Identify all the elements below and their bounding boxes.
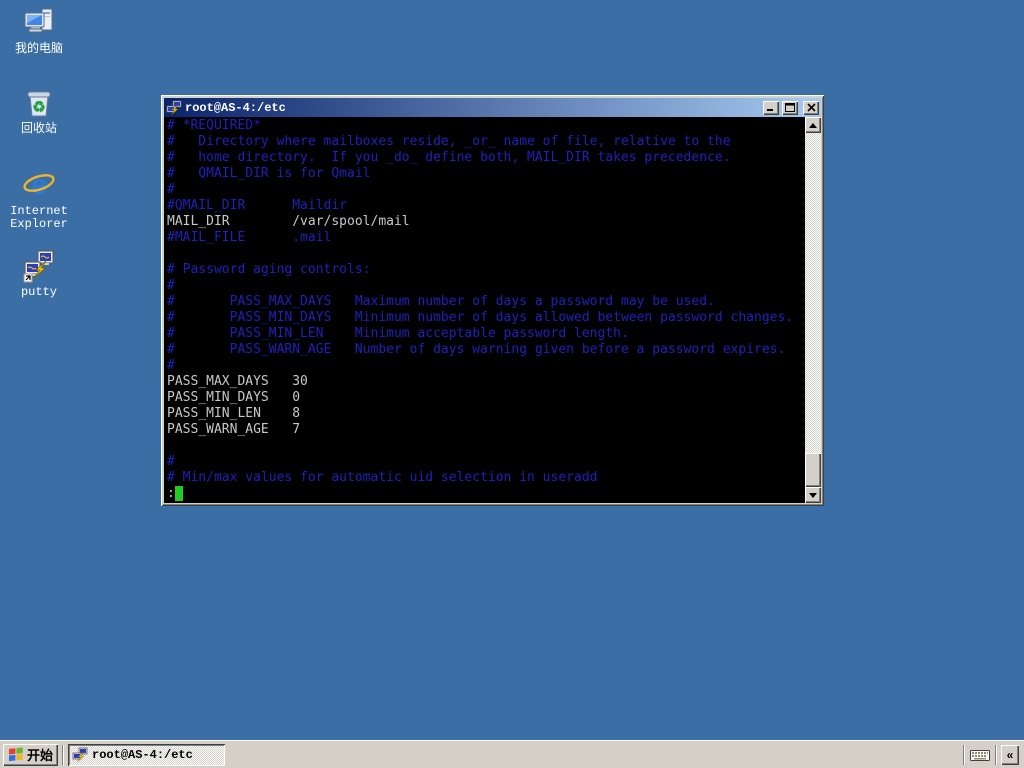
start-button[interactable]: 开始 bbox=[3, 743, 59, 766]
terminal-line: PASS_MIN_LEN 8 bbox=[167, 406, 301, 421]
scrollbar-thumb[interactable] bbox=[805, 453, 821, 487]
close-icon bbox=[806, 103, 816, 112]
terminal-line: # Min/max values for automatic uid selec… bbox=[167, 470, 598, 485]
desktop-icon-internet-explorer[interactable]: e Internet Explorer bbox=[7, 168, 71, 231]
scrollbar-track[interactable] bbox=[805, 133, 821, 487]
terminal-scrollbar[interactable] bbox=[805, 117, 821, 503]
terminal-line: # PASS_MIN_DAYS Minimum number of days a… bbox=[167, 310, 794, 325]
desktop-icon-label: Internet Explorer bbox=[10, 204, 68, 231]
svg-text:e: e bbox=[31, 169, 47, 200]
taskbar-task-putty[interactable]: root@AS-4:/etc bbox=[68, 743, 225, 766]
arrow-up-icon bbox=[809, 122, 817, 128]
terminal-line: # Password aging controls: bbox=[167, 262, 371, 277]
tray-expand-label: « bbox=[1006, 747, 1014, 762]
window-title: root@AS-4:/etc bbox=[185, 100, 286, 115]
tray-divider bbox=[963, 744, 965, 765]
terminal-line: # *REQUIRED* bbox=[167, 118, 261, 133]
maximize-button[interactable] bbox=[782, 100, 798, 115]
terminal-line: # QMAIL_DIR is for Qmail bbox=[167, 166, 371, 181]
terminal-line: PASS_MIN_DAYS 0 bbox=[167, 390, 301, 405]
window-titlebar[interactable]: root@AS-4:/etc bbox=[164, 98, 821, 117]
tray-divider bbox=[995, 744, 997, 765]
minimize-button[interactable] bbox=[763, 100, 779, 115]
terminal-line: MAIL_DIR /var/spool/mail bbox=[167, 214, 410, 229]
desktop-icon-label: 我的电脑 bbox=[14, 42, 63, 56]
putty-window: root@AS-4:/etc # *REQUIRED* # Directory w… bbox=[161, 95, 824, 506]
svg-text:♻: ♻ bbox=[32, 99, 45, 116]
taskbar-divider bbox=[62, 744, 65, 765]
desktop-icon-putty[interactable]: putty bbox=[7, 249, 71, 299]
desktop-icon-recycle-bin[interactable]: ♻ 回收站 bbox=[7, 86, 71, 136]
internet-explorer-icon: e bbox=[7, 168, 71, 202]
desktop-icon-label: 回收站 bbox=[20, 122, 57, 136]
close-button[interactable] bbox=[803, 100, 819, 115]
terminal-line: # Directory where mailboxes reside, _or_… bbox=[167, 134, 731, 149]
minimize-icon bbox=[767, 109, 773, 111]
terminal-line: # bbox=[167, 358, 175, 373]
terminal-line: PASS_WARN_AGE 7 bbox=[167, 422, 301, 437]
tray-expand-button[interactable]: « bbox=[1001, 744, 1019, 765]
terminal-line: # home directory. If you _do_ define bot… bbox=[167, 150, 731, 165]
recycle-bin-icon: ♻ bbox=[7, 86, 71, 120]
scroll-up-button[interactable] bbox=[805, 117, 821, 133]
input-method-keyboard-icon[interactable] bbox=[969, 747, 991, 763]
task-button-label: root@AS-4:/etc bbox=[92, 747, 193, 762]
terminal-line: # PASS_MAX_DAYS Maximum number of days a… bbox=[167, 294, 715, 309]
start-button-label: 开始 bbox=[27, 748, 54, 763]
putty-task-icon bbox=[72, 747, 88, 762]
terminal-line: PASS_MAX_DAYS 30 bbox=[167, 374, 308, 389]
terminal-line: # bbox=[167, 278, 175, 293]
my-computer-icon bbox=[7, 6, 71, 40]
windows-logo-icon bbox=[9, 747, 23, 762]
putty-window-icon bbox=[166, 100, 182, 115]
scroll-down-button[interactable] bbox=[805, 487, 821, 503]
desktop-icon-label: putty bbox=[20, 285, 57, 299]
maximize-icon bbox=[785, 103, 795, 112]
terminal-line: # PASS_MIN_LEN Minimum acceptable passwo… bbox=[167, 326, 629, 341]
arrow-down-icon bbox=[809, 492, 817, 498]
system-tray: « bbox=[963, 741, 1021, 768]
terminal-line: : bbox=[167, 486, 805, 502]
terminal-cursor bbox=[174, 486, 183, 501]
taskbar: 开始 root@AS-4:/etc « bbox=[0, 740, 1024, 768]
terminal-screen[interactable]: # *REQUIRED* # Directory where mailboxes … bbox=[164, 117, 805, 503]
terminal-line: # bbox=[167, 454, 175, 469]
desktop-icon-my-computer[interactable]: 我的电脑 bbox=[7, 6, 71, 56]
terminal-line: # bbox=[167, 182, 175, 197]
terminal-line: # PASS_WARN_AGE Number of days warning g… bbox=[167, 342, 786, 357]
terminal-line: #QMAIL_DIR Maildir bbox=[167, 198, 348, 213]
putty-icon bbox=[7, 249, 71, 283]
terminal-line: #MAIL_FILE .mail bbox=[167, 230, 332, 245]
